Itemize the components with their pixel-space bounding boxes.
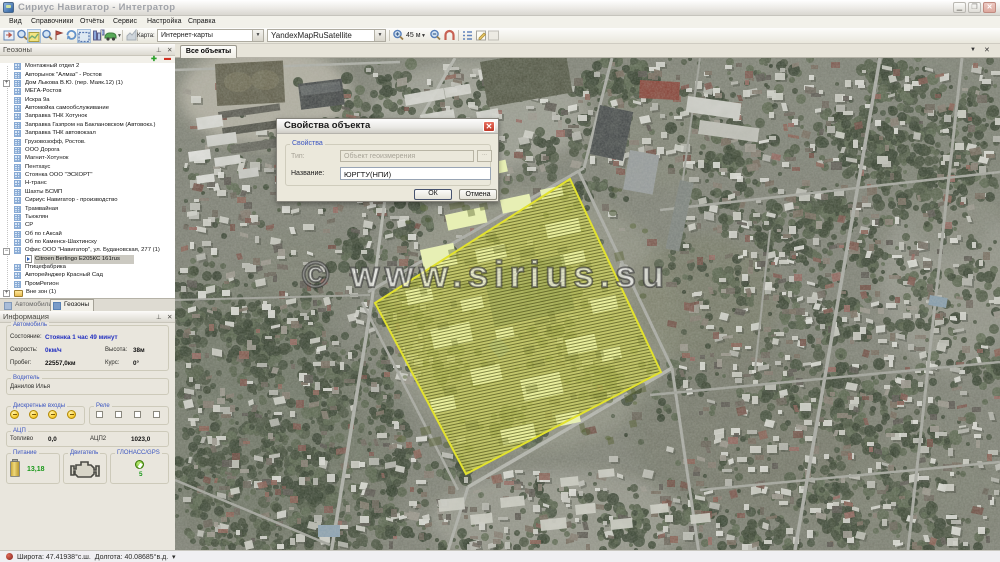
svg-text:© www.sirius.su: © www.sirius.su <box>302 254 669 295</box>
